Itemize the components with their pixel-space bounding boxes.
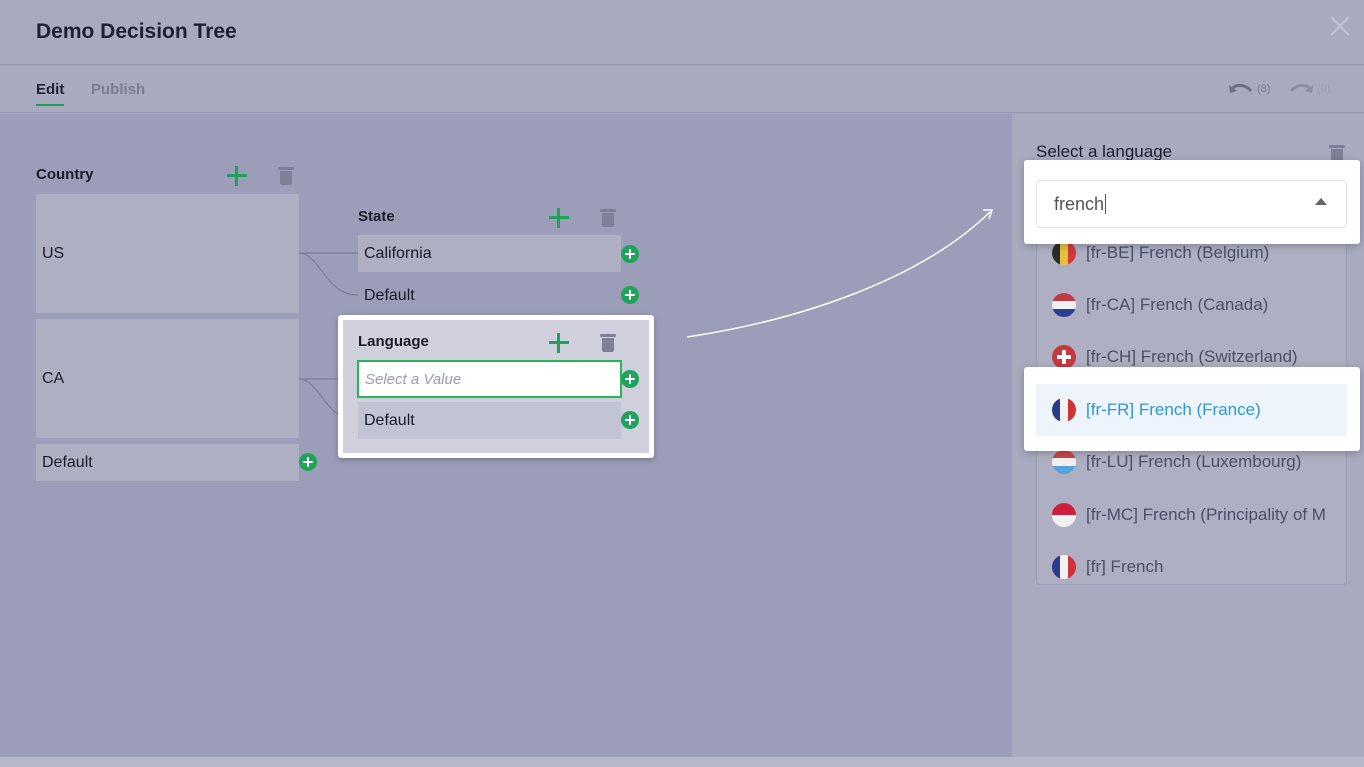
option-fr-lu[interactable]: [fr-LU] French (Luxembourg) (1052, 450, 1347, 474)
add-language-icon[interactable] (548, 332, 570, 354)
country-item-default[interactable]: Default (36, 444, 299, 481)
delete-state-icon[interactable] (600, 208, 616, 227)
france-flag-icon (1052, 555, 1076, 579)
belgium-flag-icon (1052, 241, 1076, 265)
undo-button[interactable]: (8) (1228, 81, 1270, 97)
option-fr-fr[interactable]: [fr-FR] French (France) (1052, 398, 1347, 422)
country-column-title: Country (36, 166, 94, 183)
state-item-default[interactable]: Default (358, 277, 621, 314)
delete-language-icon[interactable] (600, 333, 616, 352)
undo-icon (1229, 83, 1253, 93)
state-column-title: State (358, 208, 395, 225)
chevron-up-icon[interactable] (1315, 198, 1327, 205)
add-country-value-icon[interactable] (299, 453, 317, 471)
callout-arrow (686, 211, 991, 338)
language-select-value[interactable]: Select a Value (357, 360, 622, 398)
add-country-icon[interactable] (226, 165, 248, 187)
add-language-value-icon[interactable] (621, 370, 639, 388)
country-item-ca[interactable]: CA (36, 319, 299, 438)
option-fr-ca[interactable]: [fr-CA] French (Canada) (1052, 293, 1347, 317)
option-fr-ch[interactable]: [fr-CH] French (Switzerland) (1052, 345, 1347, 369)
undo-count: (8) (1257, 83, 1271, 95)
redo-icon (1289, 83, 1313, 93)
state-item-california[interactable]: California (358, 235, 621, 272)
france-flag-icon (1052, 398, 1076, 422)
panel-label: Select a language (1036, 142, 1173, 161)
switzerland-flag-icon (1052, 345, 1076, 369)
country-item-us[interactable]: US (36, 194, 299, 313)
add-state-default-icon[interactable] (621, 286, 639, 304)
quebec-flag-icon (1052, 293, 1076, 317)
close-icon[interactable] (1326, 12, 1354, 40)
add-language-default-icon[interactable] (621, 411, 639, 429)
option-fr[interactable]: [fr] French (1052, 555, 1347, 579)
language-column-title: Language (358, 333, 429, 350)
luxembourg-flag-icon (1052, 450, 1076, 474)
redo-count: (0) (1317, 83, 1331, 95)
option-fr-be[interactable]: [fr-BE] French (Belgium) (1052, 241, 1347, 265)
monaco-flag-icon (1052, 503, 1076, 527)
bottom-bar (0, 757, 1364, 767)
redo-button[interactable]: (0) (1288, 81, 1330, 97)
language-search-input[interactable]: french (1036, 180, 1347, 228)
add-state-icon[interactable] (548, 207, 570, 229)
add-state-value-icon[interactable] (621, 245, 639, 263)
option-fr-mc[interactable]: [fr-MC] French (Principality of M (1052, 503, 1347, 527)
delete-country-icon[interactable] (278, 166, 294, 185)
language-item-default[interactable]: Default (358, 402, 621, 439)
